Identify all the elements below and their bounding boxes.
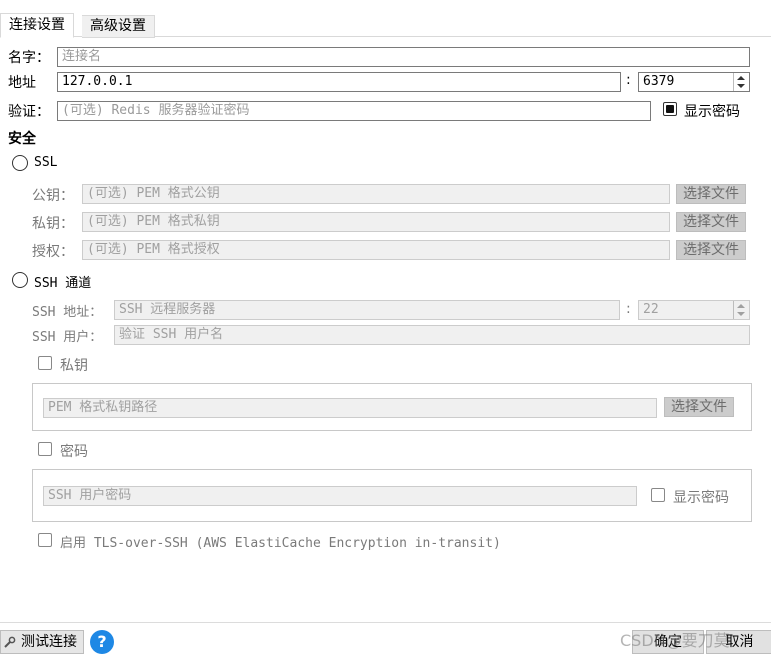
spin-up-icon[interactable] xyxy=(737,76,745,80)
help-icon[interactable]: ? xyxy=(90,630,114,654)
authority-choose-file-button[interactable]: 选择文件 xyxy=(676,240,746,260)
ssh-address-label: SSH 地址： xyxy=(32,305,103,320)
private-key-label: 私钥： xyxy=(32,216,74,232)
ssh-tunnel-radio[interactable] xyxy=(12,272,28,288)
ssh-user-input[interactable]: 验证 SSH 用户名 xyxy=(114,325,750,345)
ssh-address-input[interactable]: SSH 远程服务器 xyxy=(114,300,620,320)
ssh-password-checkbox[interactable] xyxy=(38,442,52,456)
ssh-user-label: SSH 用户： xyxy=(32,330,103,345)
ssl-label: SSL xyxy=(34,155,58,170)
ssh-port-input[interactable]: 22 xyxy=(638,300,750,320)
tls-over-ssh-checkbox[interactable] xyxy=(38,533,52,547)
address-label: 地址 xyxy=(8,75,36,91)
address-input[interactable]: 127.0.0.1 xyxy=(57,72,621,92)
authority-input[interactable]: (可选) PEM 格式授权 xyxy=(82,240,670,260)
name-label: 名字： xyxy=(8,50,50,66)
auth-label: 验证： xyxy=(8,104,50,120)
ssh-private-key-label: 私钥 xyxy=(60,358,88,374)
test-connection-button[interactable]: 测试连接 xyxy=(0,630,84,654)
public-key-label: 公钥： xyxy=(32,188,74,204)
public-key-choose-file-button[interactable]: 选择文件 xyxy=(676,184,746,204)
ssh-port-separator: : xyxy=(626,301,631,317)
show-password-label: 显示密码 xyxy=(684,104,740,120)
ssl-radio[interactable] xyxy=(12,155,28,171)
port-spinner[interactable] xyxy=(733,73,748,91)
show-password-checkbox[interactable] xyxy=(663,102,677,116)
ssh-password-label: 密码 xyxy=(60,444,88,460)
security-heading: 安全 xyxy=(8,131,36,147)
ssh-password-input[interactable]: SSH 用户密码 xyxy=(43,486,637,506)
port-separator: : xyxy=(626,72,631,88)
spin-down-icon[interactable] xyxy=(737,84,745,88)
ssh-show-password-label: 显示密码 xyxy=(673,490,729,506)
ssh-password-group: SSH 用户密码 显示密码 xyxy=(32,469,752,522)
ssh-private-key-choose-file-button[interactable]: 选择文件 xyxy=(664,397,734,417)
private-key-choose-file-button[interactable]: 选择文件 xyxy=(676,212,746,232)
ssh-private-key-checkbox[interactable] xyxy=(38,356,52,370)
ssh-tunnel-label: SSH 通道 xyxy=(34,276,92,291)
test-connection-label: 测试连接 xyxy=(21,634,77,650)
authority-label: 授权： xyxy=(32,244,74,260)
ssh-show-password-checkbox[interactable] xyxy=(651,488,665,502)
ssh-port-value: 22 xyxy=(643,302,659,317)
port-value: 6379 xyxy=(643,74,675,89)
ssh-spin-up-icon[interactable] xyxy=(737,304,745,308)
footer-divider xyxy=(0,622,771,623)
tab-advanced-settings[interactable]: 高级设置 xyxy=(82,15,155,38)
tls-over-ssh-label: 启用 TLS-over-SSH (AWS ElastiCache Encrypt… xyxy=(60,536,501,551)
ssh-private-key-path-input[interactable]: PEM 格式私钥路径 xyxy=(43,398,657,418)
private-key-input[interactable]: (可选) PEM 格式私钥 xyxy=(82,212,670,232)
port-input[interactable]: 6379 xyxy=(638,72,750,92)
cancel-button[interactable]: 取消 xyxy=(706,630,771,654)
public-key-input[interactable]: (可选) PEM 格式公钥 xyxy=(82,184,670,204)
ssh-private-key-group: PEM 格式私钥路径 选择文件 xyxy=(32,383,752,431)
ssh-spin-down-icon[interactable] xyxy=(737,312,745,316)
tab-connection-settings[interactable]: 连接设置 xyxy=(0,13,74,38)
auth-password-input[interactable]: (可选) Redis 服务器验证密码 xyxy=(57,101,651,121)
wrench-icon xyxy=(4,636,16,648)
connection-name-input[interactable]: 连接名 xyxy=(57,47,750,67)
ok-button[interactable]: 确定 xyxy=(632,630,704,654)
ssh-port-spinner[interactable] xyxy=(733,301,748,319)
